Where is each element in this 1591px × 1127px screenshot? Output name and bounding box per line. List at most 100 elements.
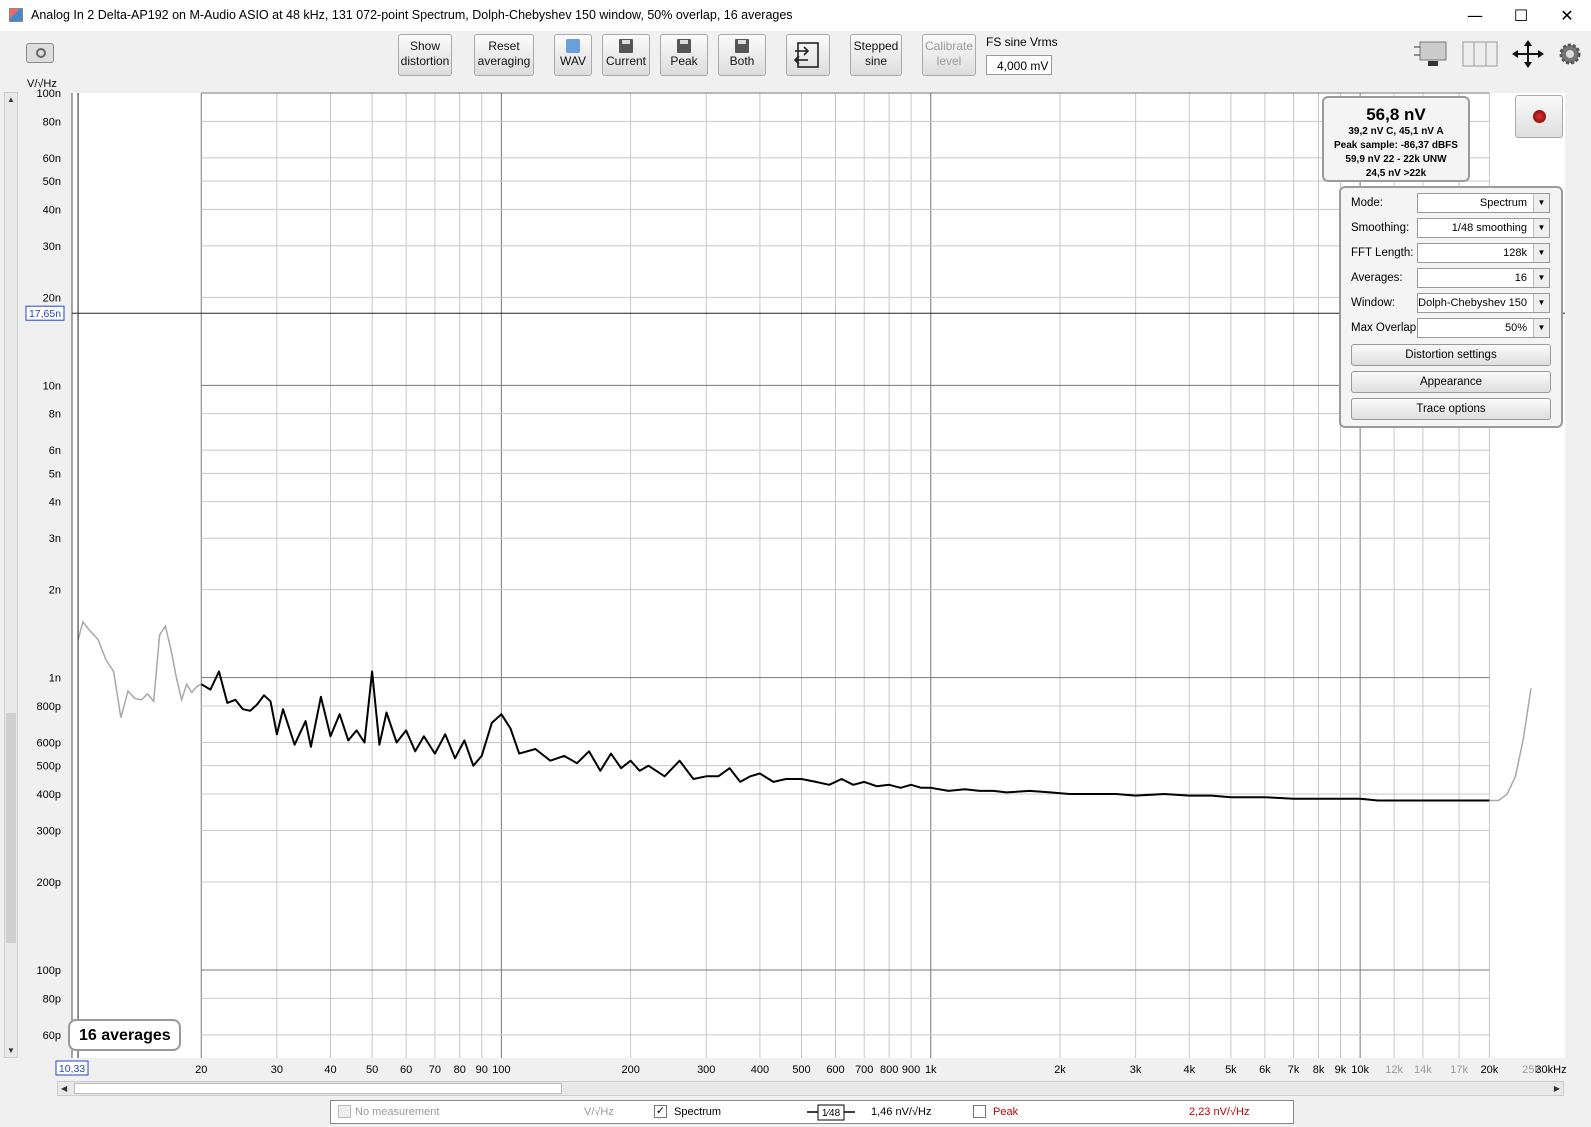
settings-panel: Mode: Spectrum ▼ Smoothing: 1/48 smoothin… [1339,186,1563,428]
trace-options-button[interactable]: Trace options [1351,398,1551,420]
averages-badge: 16 averages [68,1019,181,1051]
y-tick-label: 4n [49,497,61,509]
y-axis-unit-label: V/√Hz [27,78,57,90]
horizontal-scroll-thumb[interactable] [74,1083,562,1094]
record-button[interactable] [1515,95,1563,138]
spectrum-value: 1,46 nV/√Hz [871,1106,932,1118]
y-tick-label: 80n [43,116,61,128]
x-tick-label: 1k [925,1064,937,1076]
y-tick-label: 5n [49,468,61,480]
max-overlap-value: 50% [1504,322,1527,334]
x-tick-label: 600 [826,1064,844,1076]
peak-checkbox[interactable] [973,1105,986,1118]
y-tick-label: 600p [37,738,61,750]
x-tick-label: 400 [751,1064,769,1076]
averages-label: Averages: [1351,272,1403,284]
y-tick-label: 8n [49,409,61,421]
chevron-down-icon[interactable]: ▼ [1533,194,1549,212]
max-overlap-row: Max Overlap: 50% ▼ [1351,318,1551,338]
window-value: Dolph-Chebyshev 150 [1418,297,1527,309]
smoothing-symbol: 1⁄48 [822,1108,841,1119]
x-tick-label: 6k [1259,1064,1271,1076]
x-tick-label: 14k [1414,1064,1432,1076]
y-tick-label: 2n [49,585,61,597]
x-tick-label: 80 [454,1064,466,1076]
x-tick-label: 90 [476,1064,488,1076]
appearance-button[interactable]: Appearance [1351,371,1551,393]
readout-line-2: Peak sample: -86,37 dBFS [1334,140,1458,151]
smoothing-select[interactable]: 1/48 smoothing ▼ [1417,218,1550,238]
chevron-down-icon[interactable]: ▼ [1533,319,1549,337]
spectrum-checkbox[interactable]: ✓ [654,1105,667,1118]
readout-line-1: 39,2 nV C, 45,1 nV A [1348,126,1444,137]
y-tick-label: 3n [49,533,61,545]
y-tick-label: 20n [43,292,61,304]
horizontal-scrollbar[interactable]: ◀ ▶ [57,1081,1564,1096]
chevron-down-icon[interactable]: ▼ [1533,269,1549,287]
distortion-settings-button[interactable]: Distortion settings [1351,344,1551,366]
chevron-down-icon[interactable]: ▼ [1533,219,1549,237]
smoothing-label: Smoothing: [1351,222,1410,234]
y-tick-label: 40n [43,204,61,216]
no-measurement-checkbox[interactable] [338,1105,351,1118]
x-tick-label: 60 [400,1064,412,1076]
fft-length-select[interactable]: 128k ▼ [1417,243,1550,263]
x-axis-ticks: 20 30 40 50 60 70 80 90 100 200 300 400 500 600 700 800… [195,1064,1566,1076]
window-row: Window: Dolph-Chebyshev 150 ▼ [1351,293,1551,313]
readout-line-4: 24,5 nV >22k [1365,168,1427,179]
x-tick-label: 9k [1335,1064,1347,1076]
x-tick-label: 700 [855,1064,873,1076]
x-tick-label: 4k [1183,1064,1195,1076]
cursor-y-readout: 17,65n [29,308,61,320]
no-measurement-label: No measurement [355,1106,440,1118]
x-tick-label: 5k [1225,1064,1237,1076]
y-tick-label: 10n [43,380,61,392]
fft-length-label: FFT Length: [1351,247,1414,259]
averages-select[interactable]: 16 ▼ [1417,268,1550,288]
y-tick-label: 1n [49,673,61,685]
mode-select[interactable]: Spectrum ▼ [1417,193,1550,213]
x-tick-label: 40 [324,1064,336,1076]
x-tick-label: 7k [1288,1064,1300,1076]
x-tick-label: 70 [429,1064,441,1076]
y-tick-label: 300p [37,826,61,838]
scroll-left-icon[interactable]: ◀ [61,1084,67,1093]
x-tick-label: 900 [902,1064,920,1076]
x-tick-label: 12k [1385,1064,1403,1076]
fft-length-row: FFT Length: 128k ▼ [1351,243,1551,263]
window-select[interactable]: Dolph-Chebyshev 150 ▼ [1417,293,1550,313]
legend-bar: No measurement V/√Hz ✓ Spectrum 1⁄48 1,4… [330,1100,1294,1124]
cursor-x-readout: 10,33 [59,1063,85,1075]
y-axis-ticks: 100n80n60n50n40n30n20n10n8n6n5n4n3n2n1n8… [37,88,61,1042]
peak-label: Peak [993,1106,1019,1118]
no-measurement-unit: V/√Hz [584,1106,614,1118]
spectrum-line-swatch: 1⁄48 [807,1104,855,1121]
record-icon [1533,110,1546,123]
mode-value: Spectrum [1479,197,1527,209]
y-tick-label: 400p [37,789,61,801]
fft-length-value: 128k [1503,247,1527,259]
window-label: Window: [1351,297,1396,309]
y-tick-label: 60n [43,153,61,165]
level-readout: 56,8 nV 39,2 nV C, 45,1 nV A Peak sample… [1322,96,1470,182]
y-tick-label: 60p [43,1030,61,1042]
y-tick-label: 30n [43,241,61,253]
scroll-right-icon[interactable]: ▶ [1554,1084,1560,1093]
y-tick-label: 800p [37,701,61,713]
spectrum-label: Spectrum [674,1106,722,1118]
y-tick-label: 6n [49,445,61,457]
x-tick-label: 2k [1054,1064,1066,1076]
x-tick-label: 20k [1481,1064,1499,1076]
x-tick-label: 20 [195,1064,207,1076]
max-overlap-select[interactable]: 50% ▼ [1417,318,1550,338]
y-tick-label: 80p [43,993,61,1005]
max-overlap-label: Max Overlap: [1351,322,1420,334]
chevron-down-icon[interactable]: ▼ [1533,244,1549,262]
peak-value: 2,23 nV/√Hz [1189,1106,1250,1118]
x-tick-label: 800 [880,1064,898,1076]
chevron-down-icon[interactable]: ▼ [1533,294,1549,312]
x-tick-label: 30 [271,1064,283,1076]
y-tick-label: 500p [37,761,61,773]
x-tick-label: 3k [1130,1064,1142,1076]
x-tick-label: 10k [1351,1064,1369,1076]
